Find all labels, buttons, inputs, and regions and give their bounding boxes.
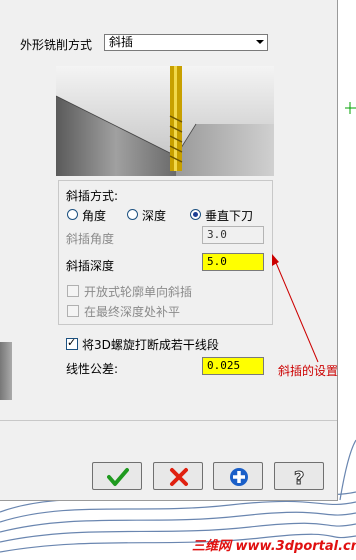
annotation-text: 斜插的设置 [278, 364, 339, 378]
annotation-arrow [272, 254, 319, 363]
